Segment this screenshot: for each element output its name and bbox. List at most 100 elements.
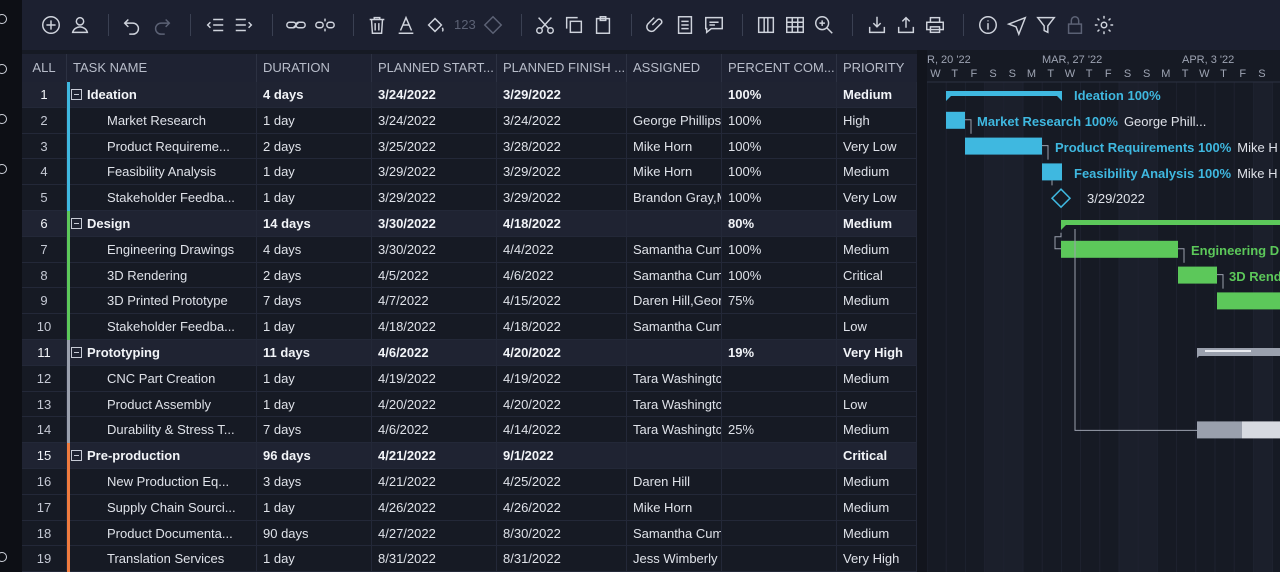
planned-finish-cell[interactable]: 4/14/2022 [497,417,627,444]
diamond-icon[interactable] [480,12,506,38]
percent-complete-cell[interactable]: 100% [722,236,837,263]
undo-icon[interactable] [119,12,145,38]
planned-start-cell[interactable]: 4/27/2022 [372,520,497,547]
priority-cell[interactable]: Low [837,314,917,340]
row-number[interactable]: 15 [22,443,67,469]
percent-complete-cell[interactable]: 100% [722,262,837,289]
priority-cell[interactable]: Medium [837,417,917,444]
task-name-cell[interactable]: Engineering Drawings [67,236,257,263]
assigned-cell[interactable]: Jess Wimberly [627,546,722,572]
col-priority[interactable]: PRIORITY [837,54,917,82]
unlink-icon[interactable] [312,12,338,38]
percent-complete-cell[interactable]: 80% [722,211,837,237]
link-icon[interactable] [283,12,309,38]
comment-icon[interactable] [701,12,727,38]
table-row[interactable]: 13 Product Assembly 1 day 4/20/2022 4/20/202… [22,391,917,418]
table-row[interactable]: 14 Durability & Stress T... 7 days 4/6/2022… [22,417,917,444]
zoom-icon[interactable] [811,12,837,38]
planned-finish-cell[interactable]: 4/19/2022 [497,365,627,392]
rail-icon[interactable] [0,64,7,74]
task-name-cell[interactable]: Prototyping [67,340,257,366]
row-number[interactable]: 19 [22,546,67,572]
planned-start-cell[interactable]: 3/29/2022 [372,159,497,186]
table-row[interactable]: 4 Feasibility Analysis 1 day 3/29/2022 3/29/… [22,159,917,186]
percent-complete-cell[interactable]: 100% [722,185,837,211]
task-group-row[interactable]: 11 Prototyping 11 days 4/6/2022 4/20/2022 19%… [22,340,917,366]
duration-cell[interactable]: 1 day [257,107,372,134]
task-name-cell[interactable]: Product Requireme... [67,133,257,160]
duration-cell[interactable]: 11 days [257,340,372,366]
planned-start-cell[interactable]: 4/18/2022 [372,314,497,340]
table-row[interactable]: 10 Stakeholder Feedba... 1 day 4/18/2022 4/1… [22,314,917,340]
planned-start-cell[interactable]: 4/19/2022 [372,365,497,392]
assigned-cell[interactable]: Mike Horn [627,494,722,521]
table-row[interactable]: 5 Stakeholder Feedba... 1 day 3/29/2022 3/29… [22,185,917,211]
planned-start-cell[interactable]: 3/30/2022 [372,211,497,237]
table-row[interactable]: 2 Market Research 1 day 3/24/2022 3/24/2022 G… [22,107,917,134]
rail-icon[interactable] [0,14,7,24]
user-icon[interactable] [67,12,93,38]
task-name-cell[interactable]: Translation Services [67,546,257,572]
priority-cell[interactable]: Medium [837,211,917,237]
task-name-cell[interactable]: Ideation [67,82,257,108]
planned-finish-cell[interactable]: 4/18/2022 [497,211,627,237]
row-number[interactable]: 18 [22,520,67,547]
task-name-cell[interactable]: Feasibility Analysis [67,159,257,186]
duration-cell[interactable]: 2 days [257,262,372,289]
task-name-cell[interactable]: Stakeholder Feedba... [67,314,257,340]
row-number[interactable]: 8 [22,262,67,289]
copy-icon[interactable] [561,12,587,38]
percent-complete-cell[interactable]: 75% [722,288,837,315]
priority-cell[interactable]: Very Low [837,133,917,160]
duration-cell[interactable]: 14 days [257,211,372,237]
planned-finish-cell[interactable]: 9/1/2022 [497,443,627,469]
row-number[interactable]: 17 [22,494,67,521]
filter-icon[interactable] [1033,12,1059,38]
table-row[interactable]: 8 3D Rendering 2 days 4/5/2022 4/6/2022 Saman… [22,262,917,289]
percent-complete-cell[interactable] [722,469,837,495]
assigned-cell[interactable] [627,443,722,469]
assigned-cell[interactable]: Daren Hill [627,469,722,495]
task-name-cell[interactable]: Product Assembly [67,391,257,418]
duration-cell[interactable]: 1 day [257,185,372,211]
duration-cell[interactable]: 1 day [257,314,372,340]
col-assigned[interactable]: ASSIGNED [627,54,722,82]
task-name-cell[interactable]: Design [67,211,257,237]
assigned-cell[interactable]: Samantha Cum [627,236,722,263]
duration-cell[interactable]: 1 day [257,546,372,572]
row-number[interactable]: 10 [22,314,67,340]
assigned-cell[interactable]: Tara Washingtc [627,391,722,418]
duration-cell[interactable]: 1 day [257,365,372,392]
cut-icon[interactable] [532,12,558,38]
table-row[interactable]: 16 New Production Eq... 3 days 4/21/2022 4/2… [22,469,917,495]
task-group-row[interactable]: 15 Pre-production 96 days 4/21/2022 9/1/2022… [22,443,917,469]
assigned-cell[interactable]: Tara Washingtc [627,365,722,392]
assigned-cell[interactable]: Brandon Gray,M [627,185,722,211]
percent-complete-cell[interactable]: 100% [722,133,837,160]
rail-icon[interactable] [0,114,7,124]
table-row[interactable]: 19 Translation Services 1 day 8/31/2022 8/31… [22,546,917,572]
col-planned-finish[interactable]: PLANNED FINISH ... [497,54,627,82]
add-icon[interactable] [38,12,64,38]
collapse-icon[interactable] [71,89,82,100]
assigned-cell[interactable]: Tara Washingtc [627,417,722,444]
task-name-cell[interactable]: Market Research [67,107,257,134]
table-row[interactable]: 18 Product Documenta... 90 days 4/27/2022 8/… [22,520,917,547]
row-number[interactable]: 4 [22,159,67,186]
planned-finish-cell[interactable]: 3/29/2022 [497,185,627,211]
percent-complete-cell[interactable] [722,314,837,340]
planned-start-cell[interactable]: 4/26/2022 [372,494,497,521]
col-duration[interactable]: DURATION [257,54,372,82]
priority-cell[interactable]: Low [837,391,917,418]
percent-complete-cell[interactable]: 100% [722,159,837,186]
assigned-cell[interactable] [627,82,722,108]
task-name-cell[interactable]: Stakeholder Feedba... [67,185,257,211]
task-name-cell[interactable]: Product Documenta... [67,520,257,547]
columns-icon[interactable] [753,12,779,38]
planned-start-cell[interactable]: 8/31/2022 [372,546,497,572]
duration-cell[interactable]: 2 days [257,133,372,160]
duration-cell[interactable]: 7 days [257,417,372,444]
row-number[interactable]: 6 [22,211,67,237]
assigned-cell[interactable]: Mike Horn [627,159,722,186]
table-row[interactable]: 12 CNC Part Creation 1 day 4/19/2022 4/19/20… [22,365,917,392]
